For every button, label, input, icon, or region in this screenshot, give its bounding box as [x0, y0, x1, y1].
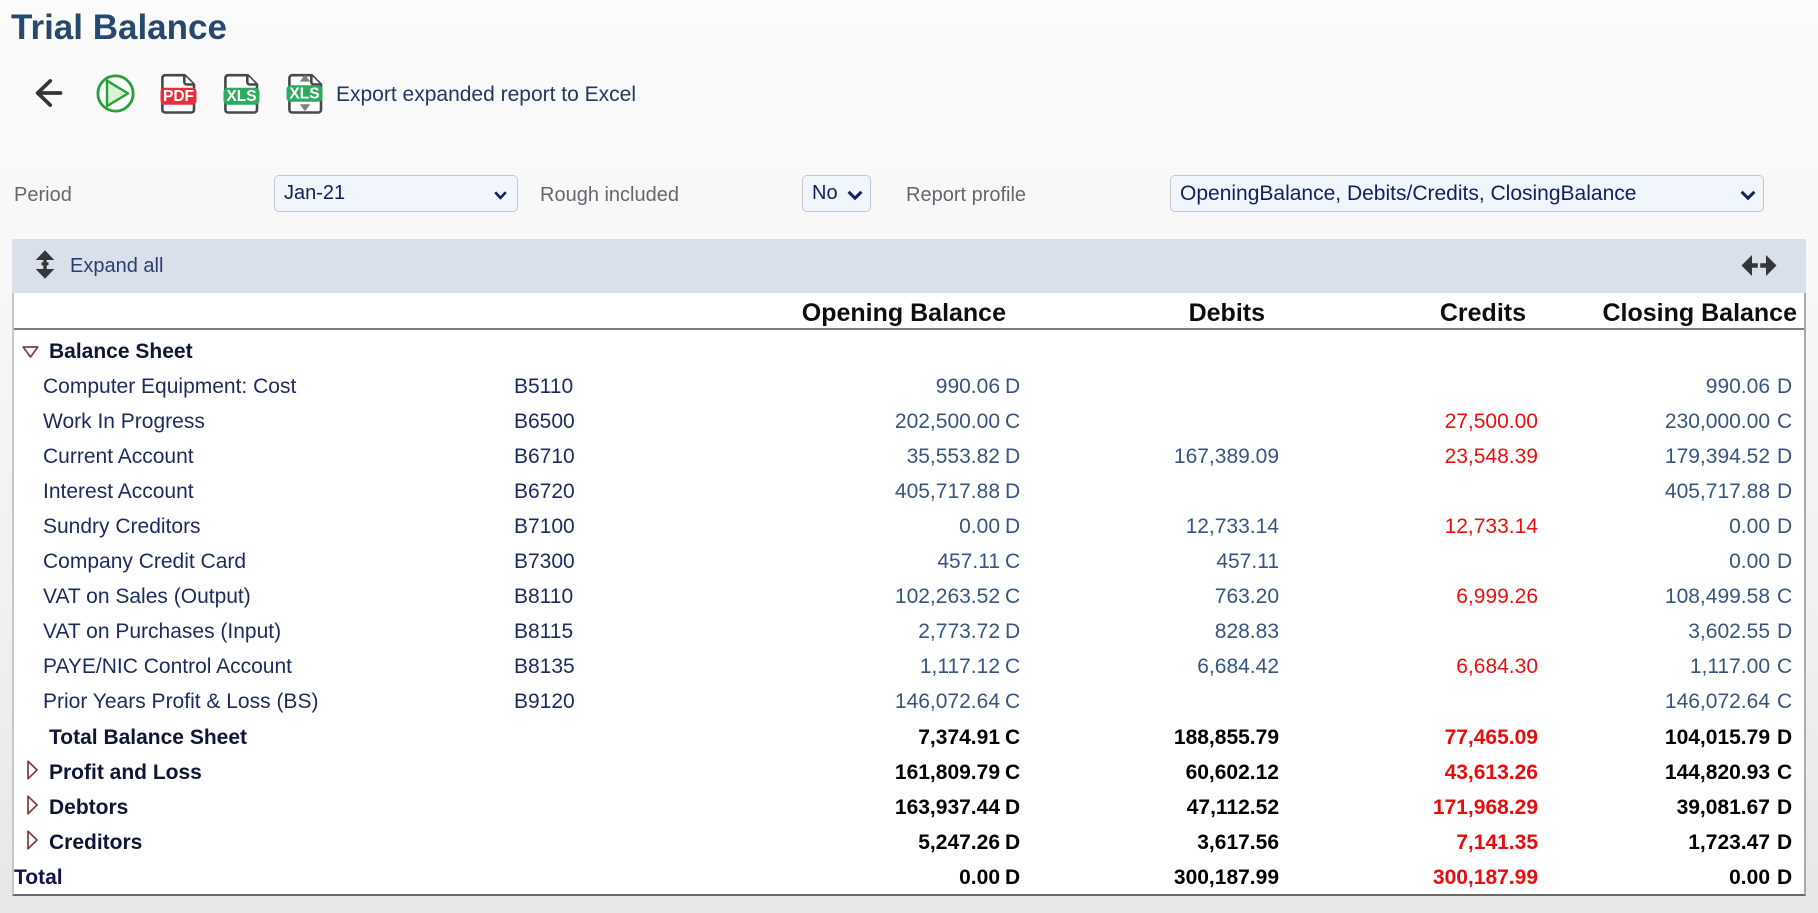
- svg-text:XLS: XLS: [289, 85, 319, 102]
- svg-text:PDF: PDF: [163, 88, 194, 105]
- svg-text:XLS: XLS: [226, 88, 256, 105]
